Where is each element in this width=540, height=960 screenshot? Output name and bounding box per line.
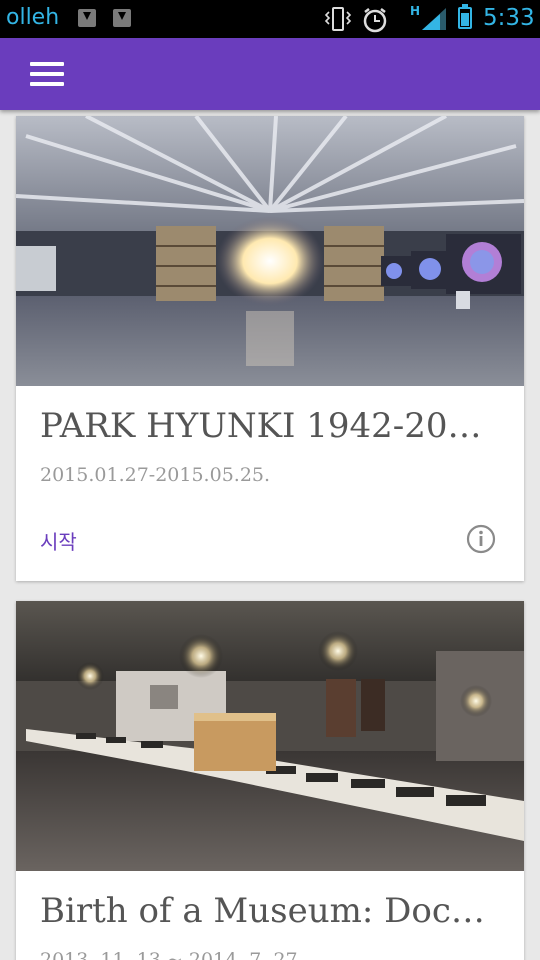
- carrier-label: olleh: [6, 5, 60, 30]
- status-clock: 5:33: [483, 5, 535, 31]
- exhibition-title[interactable]: PARK HYUNKI 1942-2000...: [40, 406, 500, 446]
- battery-icon: [458, 4, 472, 29]
- status-bar: olleh H 5:33: [0, 0, 540, 38]
- exhibition-hall-photo: [16, 116, 524, 386]
- alarm-icon: [363, 8, 387, 33]
- info-icon[interactable]: [466, 524, 496, 554]
- exhibition-card[interactable]: PARK HYUNKI 1942-2000... 2015.01.27-2015…: [16, 116, 524, 581]
- vibrate-icon: [324, 7, 352, 31]
- hspa-signal-icon: H: [410, 4, 446, 30]
- exhibition-card[interactable]: Birth of a Museum: Docu... 2013. 11. 13 …: [16, 601, 524, 960]
- network-type-label: H: [410, 4, 420, 18]
- app-bar: [0, 38, 540, 110]
- exhibition-dates: 2015.01.27-2015.05.25.: [40, 464, 271, 486]
- download-icon: [78, 9, 96, 27]
- exhibition-image[interactable]: [16, 601, 524, 871]
- archive-gallery-photo: [16, 601, 524, 871]
- hamburger-menu-icon[interactable]: [30, 62, 66, 88]
- exhibition-list[interactable]: PARK HYUNKI 1942-2000... 2015.01.27-2015…: [0, 110, 540, 960]
- start-button[interactable]: 시작: [40, 526, 77, 555]
- download-icon: [113, 9, 131, 27]
- exhibition-title[interactable]: Birth of a Museum: Docu...: [40, 891, 500, 931]
- exhibition-dates: 2013. 11. 13 ~ 2014. 7. 27: [40, 949, 298, 960]
- exhibition-image[interactable]: [16, 116, 524, 386]
